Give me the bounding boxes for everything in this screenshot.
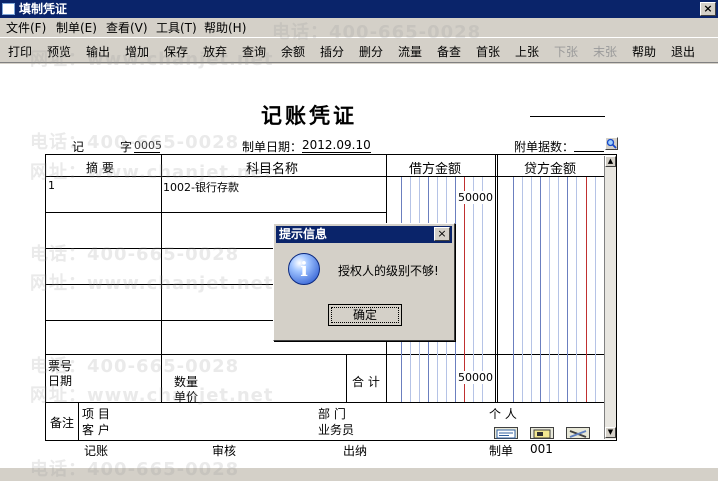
info-dialog: 提示信息 × i 授权人的级别不够! 确定 [273, 223, 455, 341]
maker-value: 001 [530, 442, 553, 456]
col-credit: 贷方金额 [524, 162, 577, 177]
export-button[interactable]: 输出 [86, 43, 110, 60]
cashflow-button[interactable]: 流量 [398, 43, 422, 60]
title-bar: 填制凭证 × [0, 0, 718, 18]
menu-tools[interactable]: 工具(T) [156, 19, 197, 36]
voucher-window: 填制凭证 × 文件(F) 制单(E) 查看(V) 工具(T) 帮助(H) 打印 … [0, 0, 718, 480]
exit-button[interactable]: 退出 [671, 43, 695, 60]
bookkeeper-label: 记账 [84, 444, 109, 458]
customer-label: 客 户 [82, 423, 110, 437]
menu-bar: 文件(F) 制单(E) 查看(V) 工具(T) 帮助(H) [0, 18, 718, 36]
menu-view[interactable]: 查看(V) [106, 19, 148, 36]
maker-label: 制单 [489, 444, 514, 458]
salesman-label: 业务员 [318, 423, 355, 437]
total-label: 合 计 [352, 375, 380, 389]
add-button[interactable]: 增加 [125, 43, 149, 60]
print-button[interactable]: 打印 [8, 43, 32, 60]
help-button[interactable]: 帮助 [632, 43, 656, 60]
col-summary: 摘 要 [86, 161, 114, 175]
card-icon[interactable] [530, 427, 554, 439]
app-icon [2, 3, 15, 15]
last-button[interactable]: 末张 [593, 43, 617, 60]
row1-summary[interactable]: 1 [48, 179, 55, 192]
col-account: 科目名称 [246, 162, 299, 177]
cashier-label: 出纳 [343, 444, 368, 458]
window-title: 填制凭证 [19, 2, 68, 16]
total-debit: 50000 [458, 371, 493, 384]
price-label: 单价 [174, 390, 199, 404]
person-label: 个 人 [489, 407, 517, 421]
next-button[interactable]: 下张 [554, 43, 578, 60]
row1-debit[interactable]: 50000 [458, 191, 493, 204]
project-label: 项 目 [82, 407, 110, 421]
zi-label: 字 [120, 140, 133, 154]
date-label: 制单日期： [242, 140, 303, 154]
discard-button[interactable]: 放弃 [203, 43, 227, 60]
first-button[interactable]: 首张 [476, 43, 500, 60]
info-icon: i [288, 253, 320, 285]
menu-file[interactable]: 文件(F) [6, 19, 46, 36]
row1-account[interactable]: 1002-银行存款 [163, 179, 239, 195]
query-button[interactable]: 查询 [242, 43, 266, 60]
insert-entry-button[interactable]: 插分 [320, 43, 344, 60]
vertical-scrollbar[interactable]: ▲ ▼ [604, 156, 616, 439]
voucher-type[interactable]: 记 [72, 138, 84, 155]
dialog-title-bar: 提示信息 × [276, 226, 452, 243]
attachment-label: 附单据数： [514, 140, 575, 154]
voucher-date[interactable]: 2012.09.10 [302, 138, 371, 153]
divider [530, 116, 605, 117]
scroll-down-button[interactable]: ▼ [605, 427, 616, 438]
delete-entry-button[interactable]: 删分 [359, 43, 383, 60]
note-icon[interactable] [494, 427, 518, 439]
menu-help[interactable]: 帮助(H) [204, 19, 246, 36]
voucher-number[interactable]: 0005 [134, 139, 162, 153]
voucher-title: 记账凭证 [261, 104, 357, 128]
department-label: 部 门 [318, 407, 346, 421]
scroll-up-button[interactable]: ▲ [605, 156, 616, 167]
toolbar: 打印 预览 输出 增加 保存 放弃 查询 余额 插分 删分 流量 备查 首张 上… [0, 37, 718, 63]
tool-icon[interactable] [566, 427, 590, 439]
col-debit: 借方金额 [409, 162, 462, 177]
attachment-count[interactable] [574, 138, 604, 152]
audit-label: 审核 [212, 444, 237, 458]
bill-date-label: 日期 [48, 374, 73, 388]
save-button[interactable]: 保存 [164, 43, 188, 60]
dialog-close-button[interactable]: × [434, 227, 450, 241]
close-button[interactable]: × [700, 2, 716, 16]
preview-button[interactable]: 预览 [47, 43, 71, 60]
balance-button[interactable]: 余额 [281, 43, 305, 60]
memo-button[interactable]: 备查 [437, 43, 461, 60]
dialog-message: 授权人的级别不够! [338, 264, 439, 278]
dialog-title: 提示信息 [279, 227, 328, 241]
search-icon[interactable] [605, 137, 618, 150]
menu-voucher[interactable]: 制单(E) [56, 19, 97, 36]
remark-label: 备注 [50, 416, 75, 430]
previous-button[interactable]: 上张 [515, 43, 539, 60]
ok-button[interactable]: 确定 [328, 304, 402, 326]
